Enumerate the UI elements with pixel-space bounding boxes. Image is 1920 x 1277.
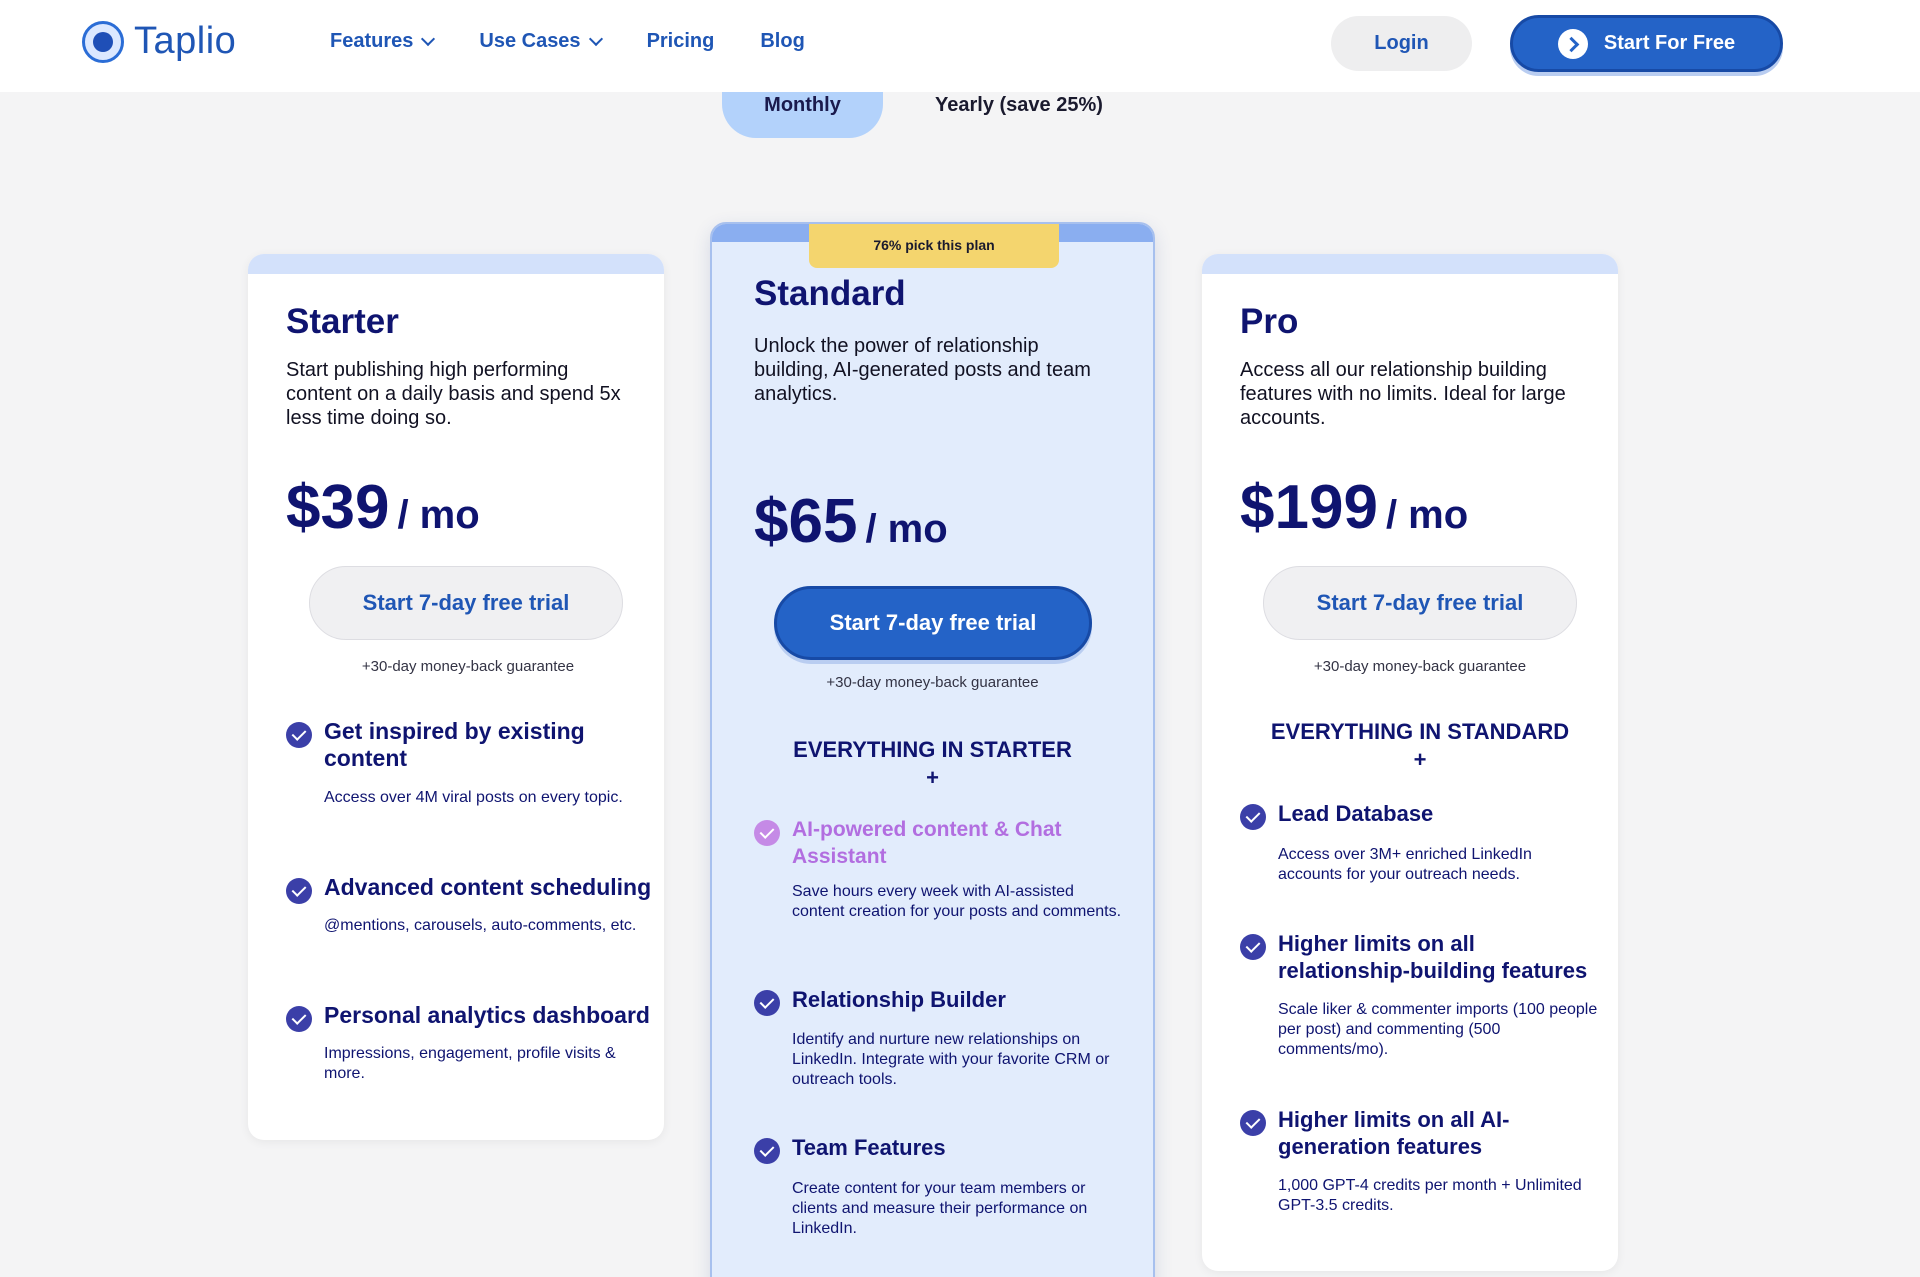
start-for-free-button[interactable]: Start For Free (1510, 15, 1783, 72)
start-trial-button[interactable]: Start 7-day free trial (774, 586, 1092, 660)
logo-icon (82, 20, 124, 63)
check-circle-icon (286, 878, 312, 904)
check-circle-icon (754, 1138, 780, 1164)
main-menu: Features Use Cases Pricing Blog (330, 30, 805, 53)
plan-name: Pro (1240, 302, 1299, 341)
plan-description: Access all our relationship building fea… (1240, 359, 1566, 429)
plan-description: Start publishing high performing content… (286, 359, 621, 429)
plan-card-standard: 76% pick this plan Standard Unlock the p… (710, 222, 1155, 1277)
plan-card-starter: Starter Start publishing high performing… (248, 254, 664, 1140)
nav-item-use-cases[interactable]: Use Cases (479, 30, 603, 53)
plan-name: Standard (754, 274, 906, 313)
plan-name: Starter (286, 302, 399, 341)
card-top-bar (1202, 254, 1618, 274)
check-circle-icon (1240, 804, 1266, 830)
start-trial-button[interactable]: Start 7-day free trial (1263, 566, 1577, 640)
plan-price: $39/ mo (286, 473, 480, 542)
monthly-label[interactable]: Monthly (722, 94, 883, 117)
start-trial-button[interactable]: Start 7-day free trial (309, 566, 623, 640)
top-nav: Taplio Features Use Cases Pricing Blog L… (0, 0, 1920, 92)
login-button[interactable]: Login (1331, 16, 1472, 71)
chevron-down-icon (421, 31, 436, 47)
everything-included-label: EVERYTHING IN STARTER + (793, 737, 1072, 790)
nav-item-blog[interactable]: Blog (760, 30, 804, 53)
logo-text: Taplio (134, 20, 237, 62)
guarantee-text: +30-day money-back guarantee (361, 658, 575, 675)
check-circle-icon (1240, 934, 1266, 960)
billing-toggle-yearly[interactable]: Yearly (save 25%) (935, 94, 1103, 117)
logo[interactable]: Taplio (82, 20, 236, 63)
guarantee-text: +30-day money-back guarantee (1313, 658, 1527, 675)
plan-card-pro: Pro Access all our relationship building… (1202, 254, 1618, 1271)
check-circle-icon (754, 990, 780, 1016)
nav-item-features[interactable]: Features (330, 30, 436, 53)
plan-price: $199/ mo (1240, 473, 1469, 542)
everything-included-label: EVERYTHING IN STANDARD + (1270, 719, 1570, 772)
check-circle-icon (286, 1006, 312, 1032)
check-circle-icon (1240, 1110, 1266, 1136)
popular-badge: 76% pick this plan (809, 224, 1059, 268)
plan-description: Unlock the power of relationship buildin… (754, 335, 1091, 405)
plan-price: $65/ mo (754, 487, 948, 556)
check-circle-icon (754, 820, 780, 846)
check-circle-icon (286, 722, 312, 748)
guarantee-text: +30-day money-back guarantee (826, 674, 1039, 691)
card-top-bar (248, 254, 664, 274)
chevron-down-icon (588, 31, 603, 47)
chevron-right-icon (1557, 28, 1588, 59)
nav-item-pricing[interactable]: Pricing (647, 30, 715, 53)
